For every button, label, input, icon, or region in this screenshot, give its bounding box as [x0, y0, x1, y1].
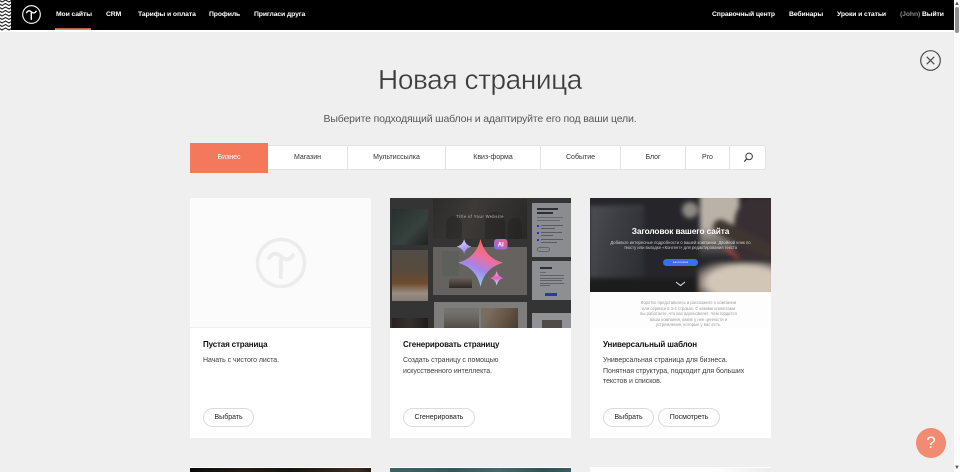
svg-text:AI: AI: [498, 243, 504, 249]
